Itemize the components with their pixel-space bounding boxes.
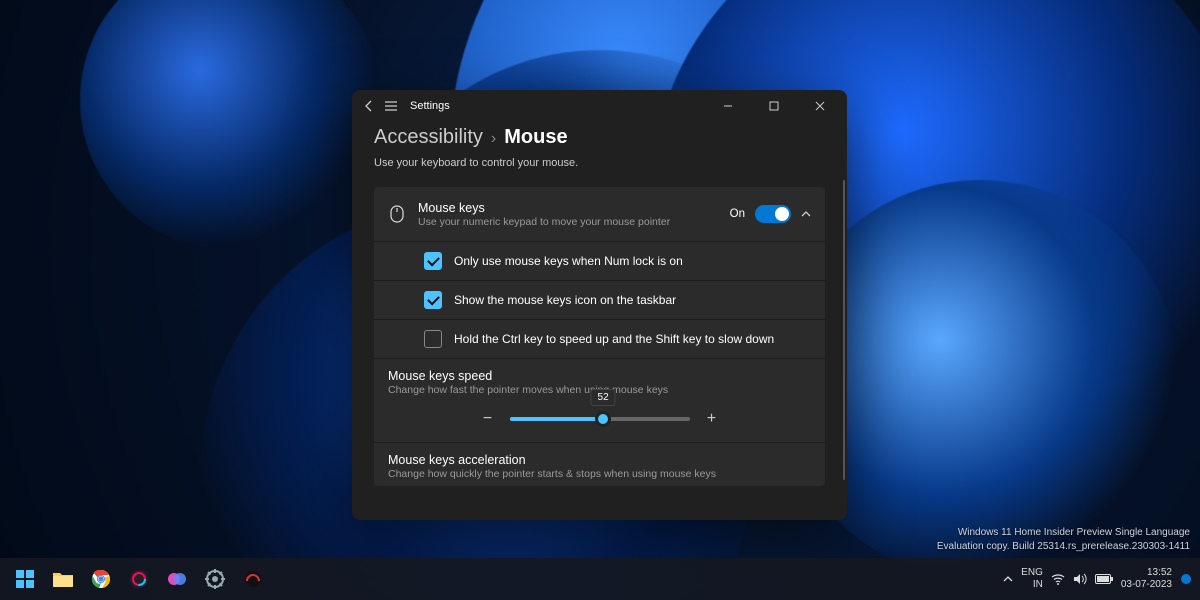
mouse-icon [388, 205, 406, 223]
battery-icon[interactable] [1095, 574, 1113, 584]
speed-decrease-button[interactable]: − [480, 410, 496, 428]
back-button[interactable] [362, 99, 376, 113]
volume-icon[interactable] [1073, 573, 1087, 585]
breadcrumb: Accessibility › Mouse [374, 126, 825, 149]
titlebar: Settings [352, 90, 847, 122]
maximize-button[interactable] [751, 90, 797, 122]
taskbar: ENG IN 13:52 03-07-2023 [0, 558, 1200, 600]
settings-window: Settings Accessibility › Mouse Use your … [352, 90, 847, 520]
chevron-right-icon: › [491, 130, 496, 148]
windows-watermark: Windows 11 Home Insider Preview Single L… [937, 526, 1190, 554]
page-title: Mouse [504, 126, 567, 149]
toggle-state-label: On [730, 208, 745, 220]
speed-slider[interactable]: 52 [510, 417, 690, 421]
mouse-keys-desc: Use your numeric keypad to move your mou… [418, 216, 718, 228]
speed-title: Mouse keys speed [388, 369, 811, 383]
clock[interactable]: 13:52 03-07-2023 [1121, 567, 1172, 591]
mouse-keys-card: Mouse keys Use your numeric keypad to mo… [374, 187, 825, 486]
option-taskbar-icon[interactable]: Show the mouse keys icon on the taskbar [374, 280, 825, 319]
settings-taskbar-icon[interactable] [198, 562, 232, 596]
close-button[interactable] [797, 90, 843, 122]
mouse-keys-accel-section: Mouse keys acceleration Change how quick… [374, 442, 825, 486]
option-ctrl-shift[interactable]: Hold the Ctrl key to speed up and the Sh… [374, 319, 825, 358]
checkbox-numlock[interactable] [424, 252, 442, 270]
chevron-up-icon[interactable] [801, 209, 811, 219]
speed-value-tooltip: 52 [591, 389, 616, 406]
mouse-keys-header[interactable]: Mouse keys Use your numeric keypad to mo… [374, 187, 825, 241]
app-icon-2[interactable] [160, 562, 194, 596]
app-title: Settings [410, 100, 450, 112]
tray-chevron-icon[interactable] [1003, 574, 1013, 584]
breadcrumb-parent[interactable]: Accessibility [374, 126, 483, 149]
accel-title: Mouse keys acceleration [388, 453, 811, 467]
page-subtitle: Use your keyboard to control your mouse. [374, 157, 825, 169]
nav-menu-button[interactable] [384, 99, 398, 113]
mouse-keys-toggle[interactable] [755, 205, 791, 223]
mouse-keys-speed-section: Mouse keys speed Change how fast the poi… [374, 358, 825, 442]
app-icon-1[interactable] [122, 562, 156, 596]
speed-increase-button[interactable]: + [704, 410, 720, 428]
system-tray[interactable]: ENG IN 13:52 03-07-2023 [1003, 567, 1192, 591]
mouse-keys-title: Mouse keys [418, 201, 718, 215]
language-indicator[interactable]: ENG IN [1021, 567, 1043, 591]
minimize-button[interactable] [705, 90, 751, 122]
option-numlock[interactable]: Only use mouse keys when Num lock is on [374, 241, 825, 280]
accel-desc: Change how quickly the pointer starts & … [388, 468, 811, 480]
checkbox-ctrl-shift[interactable] [424, 330, 442, 348]
file-explorer-icon[interactable] [46, 562, 80, 596]
checkbox-taskbar-icon[interactable] [424, 291, 442, 309]
start-button[interactable] [8, 562, 42, 596]
app-icon-3[interactable] [236, 562, 270, 596]
wifi-icon[interactable] [1051, 573, 1065, 585]
notification-icon[interactable] [1180, 573, 1192, 585]
chrome-icon[interactable] [84, 562, 118, 596]
